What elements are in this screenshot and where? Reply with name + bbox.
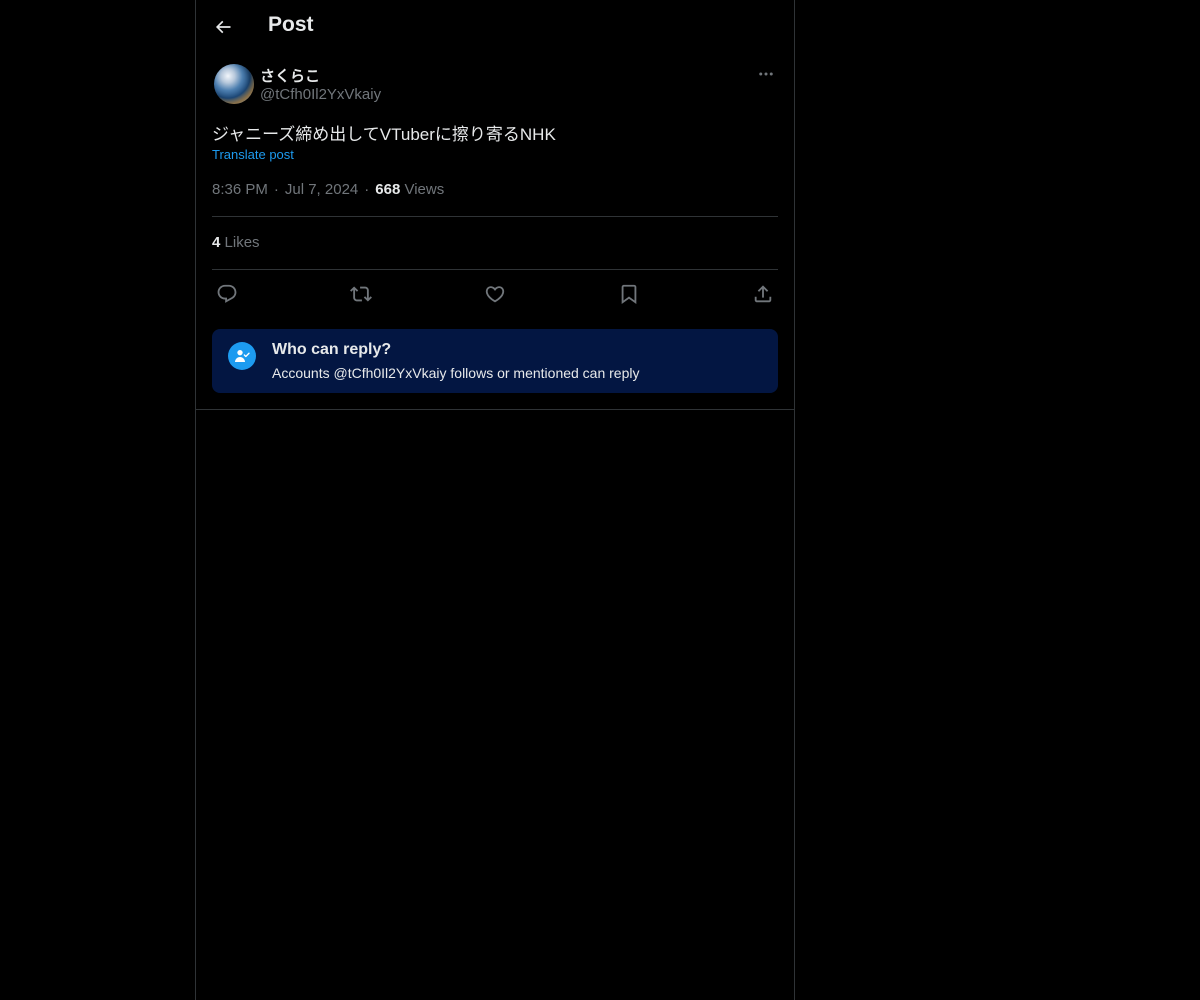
meta-separator: · [364,181,370,198]
page-title: Post [268,13,314,36]
views-label: Views [404,181,445,198]
reply-restriction-title: Who can reply? [272,341,392,358]
translate-post-link[interactable]: Translate post [212,147,294,162]
more-icon [759,72,773,76]
avatar[interactable] [214,64,254,104]
author-display-name[interactable]: さくらこ [260,65,320,86]
post-date[interactable]: Jul 7, 2024 [285,181,358,198]
meta-separator: · [273,181,279,198]
post-meta: 8:36 PM · Jul 7, 2024 · 668 Views [212,181,444,198]
post-bottom-border [196,409,794,410]
views-count: 668 [375,181,401,198]
reply-button[interactable] [214,281,240,307]
comment-icon [217,284,237,303]
bookmark-icon [621,284,637,305]
author-row: さくらこ @tCfh0Il2YxVkaiy [212,62,778,110]
person-check-icon [235,350,250,362]
header: Post [196,0,794,54]
main-column: Post さくらこ @tCfh0Il2YxVkaiy ジャニーズ締め出してVTu… [195,0,795,1000]
share-button[interactable] [750,281,776,307]
reply-restriction-subtitle: Accounts @tCfh0Il2YxVkaiy follows or men… [272,365,640,381]
reply-restriction-notice: Who can reply? Accounts @tCfh0Il2YxVkaiy… [212,329,778,393]
like-button[interactable] [482,281,508,307]
likes-summary[interactable]: 4 Likes [212,234,260,251]
likes-count: 4 [212,234,221,251]
repost-icon [350,286,372,302]
divider [212,216,778,217]
bookmark-button[interactable] [616,281,642,307]
heart-icon [485,286,505,303]
post-time[interactable]: 8:36 PM [212,181,268,198]
author-handle[interactable]: @tCfh0Il2YxVkaiy [260,86,381,103]
post-text: ジャニーズ締め出してVTuberに擦り寄るNHK [212,125,556,144]
more-options-button[interactable] [754,62,778,86]
divider [212,269,778,270]
repost-button[interactable] [348,281,374,307]
post: さくらこ @tCfh0Il2YxVkaiy ジャニーズ締め出してVTuberに擦… [212,62,778,393]
back-button[interactable] [207,11,239,43]
reply-restriction-icon-badge [228,342,256,370]
share-icon [754,285,772,303]
arrow-left-icon [215,20,231,34]
action-bar [212,280,778,308]
likes-label: Likes [224,234,260,251]
